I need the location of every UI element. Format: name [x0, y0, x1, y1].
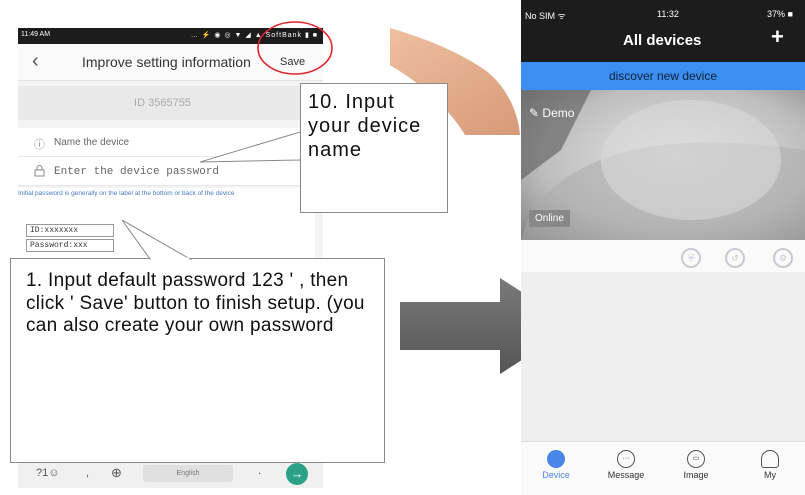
callout-1-pointer [121, 219, 192, 261]
sample-password-line: Password:xxx [26, 239, 114, 252]
password-hint: Initial password is generally on the lab… [18, 188, 315, 218]
status-sim: No SIM ᯤ [525, 11, 566, 21]
tab-image-label: Image [683, 470, 709, 480]
keyboard-enter-key[interactable]: → [286, 463, 308, 485]
settings-icon[interactable]: ⚙ [773, 248, 793, 268]
tab-my-label: My [764, 470, 776, 480]
callout-step-10-text: 10. Input your device name [308, 91, 422, 161]
app-header: No SIM ᯤ 11:32 37% ■ All devices + [521, 0, 805, 62]
page-title: All devices [623, 32, 702, 49]
page-title: Improve setting information [82, 54, 251, 70]
status-time: 11:49 AM [21, 31, 51, 38]
message-icon: ··· [617, 450, 635, 468]
camera-name: Demo [542, 106, 575, 120]
status-time: 11:32 [657, 9, 679, 19]
info-circle-icon: ⓘ [34, 139, 45, 151]
right-phone-screen: No SIM ᯤ 11:32 37% ■ All devices + disco… [521, 0, 805, 495]
callout-step-1-text: 1. Input default password 123 ' , then c… [26, 270, 365, 336]
lock-icon [34, 165, 45, 180]
camera-preview[interactable]: ✎ Demo Online [521, 90, 805, 240]
shield-icon[interactable]: ⛨ [681, 248, 701, 268]
keyboard-dot-key[interactable]: . [258, 465, 261, 477]
callout-10-pointer [200, 131, 301, 163]
tab-message-label: Message [607, 470, 645, 480]
sample-id-line: ID:xxxxxxx [26, 224, 114, 237]
tab-message[interactable]: ··· Message [591, 442, 661, 480]
status-badge: Online [529, 210, 570, 227]
status-battery: 37% ■ [767, 9, 793, 19]
globe-icon[interactable]: ⊕ [111, 465, 122, 481]
sample-label-box: ID:xxxxxxx Password:xxx [26, 224, 114, 254]
bottom-tab-bar: Device ··· Message ▭ Image My [521, 441, 805, 495]
tab-image[interactable]: ▭ Image [661, 442, 731, 480]
keyboard-space-key[interactable]: English [143, 465, 233, 482]
person-icon [761, 450, 779, 468]
keyboard-comma-key[interactable]: , [86, 467, 89, 479]
keyboard-symbols-key[interactable]: ?1☺ [36, 467, 59, 479]
device-icon [547, 450, 565, 468]
add-device-button[interactable]: + [771, 26, 784, 48]
playback-icon[interactable]: ↺ [725, 248, 745, 268]
tab-my[interactable]: My [735, 442, 805, 480]
camera-name-label: ✎ Demo [529, 106, 574, 120]
image-icon: ▭ [687, 450, 705, 468]
camera-toolbar: ⛨ ↺ ⚙ [521, 240, 805, 272]
save-highlight-circle [257, 21, 333, 75]
device-name-placeholder: Name the device [54, 137, 130, 148]
device-id: ID 3565755 [18, 86, 315, 120]
tab-device-label: Device [542, 470, 570, 480]
edit-icon[interactable]: ✎ [529, 106, 539, 120]
device-password-placeholder: Enter the device password [54, 166, 220, 178]
discover-device-banner[interactable]: discover new device [521, 62, 805, 90]
tab-device[interactable]: Device [521, 442, 591, 480]
back-icon[interactable]: ‹ [32, 51, 39, 71]
